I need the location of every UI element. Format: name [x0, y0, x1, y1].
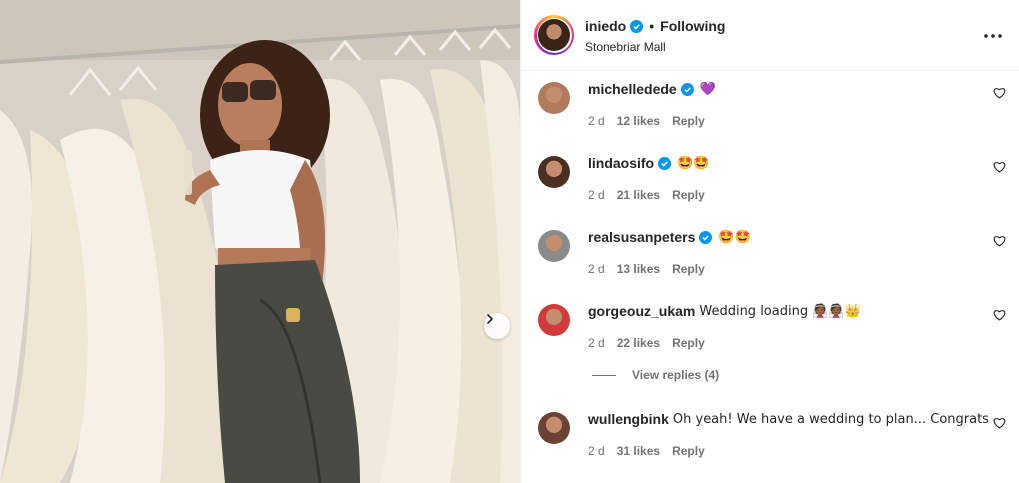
comment-body: 🤩🤩: [718, 229, 751, 245]
verified-badge-icon: [630, 19, 644, 33]
comment-likes[interactable]: 22 likes: [617, 336, 660, 350]
heart-outline-icon: [993, 236, 1006, 247]
like-comment-button[interactable]: [993, 308, 1007, 322]
commenter-avatar[interactable]: [538, 156, 570, 188]
more-options-icon: [984, 34, 1002, 38]
comment-body: 💜: [699, 81, 716, 97]
comment-text-row: michelledede 💜: [588, 81, 716, 97]
comment-meta: 2 d 22 likes Reply: [588, 336, 705, 350]
author-avatar[interactable]: [534, 15, 574, 55]
replies-divider: [592, 374, 616, 376]
comment-likes[interactable]: 31 likes: [617, 444, 660, 458]
comment-meta: 2 d 12 likes Reply: [588, 114, 705, 128]
comment-body: 🤩🤩: [677, 155, 710, 171]
like-comment-button[interactable]: [993, 234, 1007, 248]
verified-badge-icon: [658, 156, 672, 170]
like-comment-button[interactable]: [993, 160, 1007, 174]
photo-scene: [0, 0, 520, 483]
comment-item: lindaosifo 🤩🤩 2 d 21 likes Reply: [521, 148, 1019, 222]
heart-outline-icon: [993, 162, 1006, 173]
view-replies-label: View replies (4): [632, 368, 720, 382]
comment-likes[interactable]: 13 likes: [617, 262, 660, 276]
reply-button[interactable]: Reply: [672, 336, 705, 350]
comment-age: 2 d: [588, 114, 605, 128]
comment-age: 2 d: [588, 188, 605, 202]
comment-text-row: realsusanpeters 🤩🤩: [588, 229, 751, 245]
comment-item: wullengbink Oh yeah! We have a wedding t…: [521, 404, 1019, 478]
author-username[interactable]: iniedo: [585, 18, 626, 34]
reply-button[interactable]: Reply: [672, 188, 705, 202]
commenter-avatar[interactable]: [538, 412, 570, 444]
reply-button[interactable]: Reply: [672, 444, 705, 458]
comment-item: michelledede 💜 2 d 12 likes Reply: [521, 74, 1019, 148]
comment-item: realsusanpeters 🤩🤩 2 d 13 likes Reply: [521, 222, 1019, 296]
comment-age: 2 d: [588, 444, 605, 458]
comment-likes[interactable]: 21 likes: [617, 188, 660, 202]
heart-outline-icon: [993, 418, 1006, 429]
post-side-panel: iniedo • Following Stonebriar Mall miche…: [520, 0, 1019, 483]
header-separator: •: [649, 18, 655, 34]
commenter-avatar[interactable]: [538, 82, 570, 114]
post-location[interactable]: Stonebriar Mall: [585, 40, 666, 54]
comment-meta: 2 d 21 likes Reply: [588, 188, 705, 202]
comment-body: Oh yeah! We have a wedding to plan... Co…: [672, 411, 989, 427]
reply-button[interactable]: Reply: [672, 262, 705, 276]
heart-outline-icon: [993, 310, 1006, 321]
comment-age: 2 d: [588, 262, 605, 276]
commenter-username[interactable]: michelledede: [588, 81, 677, 97]
comment-body: Wedding loading 👰🏾👰🏾👑: [699, 303, 861, 319]
commenter-username[interactable]: lindaosifo: [588, 155, 654, 171]
following-button[interactable]: Following: [660, 18, 725, 34]
comment-likes[interactable]: 12 likes: [617, 114, 660, 128]
commenter-username[interactable]: realsusanpeters: [588, 229, 695, 245]
verified-badge-icon: [680, 82, 694, 96]
commenter-avatar[interactable]: [538, 230, 570, 262]
like-comment-button[interactable]: [993, 416, 1007, 430]
post-photo: [0, 0, 520, 483]
reply-button[interactable]: Reply: [672, 114, 705, 128]
author-row: iniedo • Following: [585, 18, 725, 34]
view-replies-button[interactable]: View replies (4): [592, 368, 719, 382]
chevron-right-icon: [487, 314, 493, 324]
heart-outline-icon: [993, 88, 1006, 99]
comment-text-row: gorgeouz_ukam Wedding loading 👰🏾👰🏾👑: [588, 303, 861, 319]
comment-text-row: wullengbink Oh yeah! We have a wedding t…: [588, 411, 989, 427]
verified-badge-icon: [699, 230, 713, 244]
comment-text-row: lindaosifo 🤩🤩: [588, 155, 710, 171]
comment-meta: 2 d 31 likes Reply: [588, 444, 705, 458]
more-options-button[interactable]: [983, 26, 1003, 46]
commenter-username[interactable]: wullengbink: [588, 411, 669, 427]
commenter-username[interactable]: gorgeouz_ukam: [588, 303, 695, 319]
like-comment-button[interactable]: [993, 86, 1007, 100]
comment-item: gorgeouz_ukam Wedding loading 👰🏾👰🏾👑 2 d …: [521, 296, 1019, 370]
commenter-avatar[interactable]: [538, 304, 570, 336]
comment-age: 2 d: [588, 336, 605, 350]
post-header: iniedo • Following Stonebriar Mall: [521, 0, 1019, 71]
next-photo-button[interactable]: [484, 313, 510, 339]
comment-meta: 2 d 13 likes Reply: [588, 262, 705, 276]
